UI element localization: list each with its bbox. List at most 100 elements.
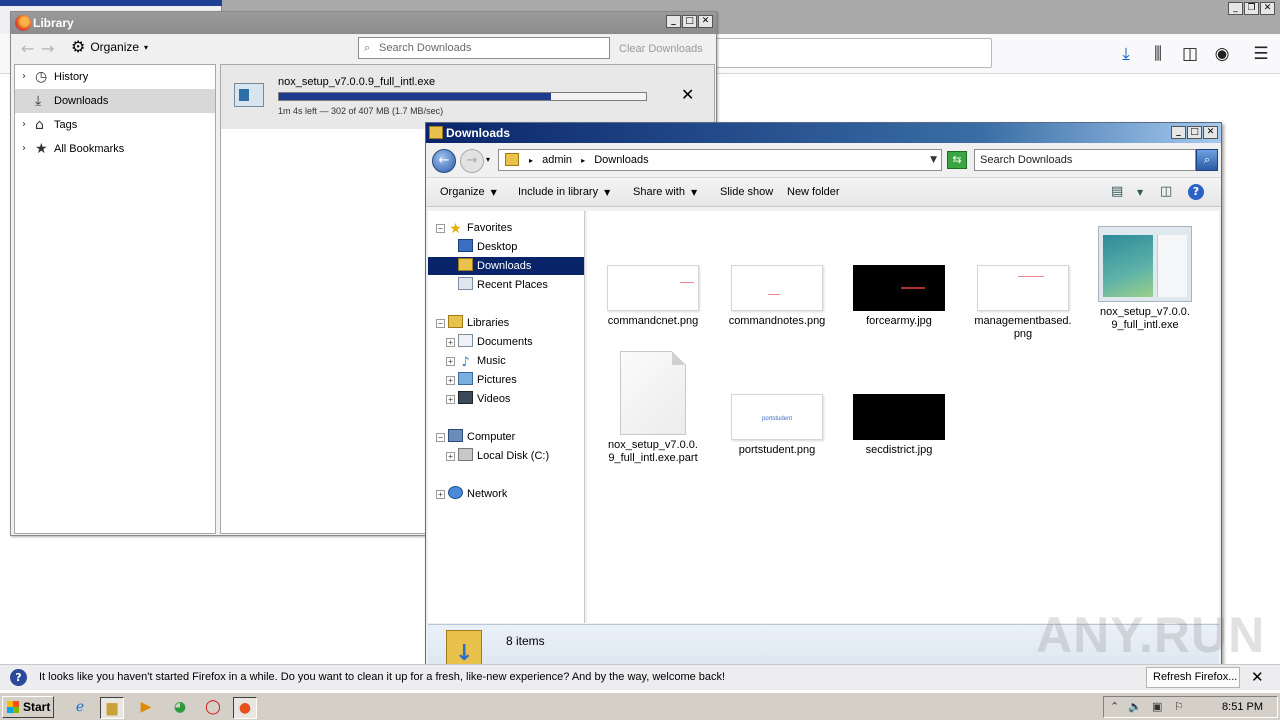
organize-menu[interactable]: Organize ▼ [440, 186, 497, 198]
minimize-icon[interactable]: _ [1228, 2, 1243, 15]
tree-item-network[interactable]: + Network [436, 485, 507, 503]
firefox-logo-icon [15, 15, 31, 31]
search-icon[interactable]: ⌕ [1196, 149, 1218, 171]
maximize-icon[interactable]: □ [1187, 126, 1202, 139]
file-item[interactable]: nox_setup_v7.0.0. 9_full_intl.exe.part [601, 351, 705, 465]
sidebar-item-downloads[interactable]: ⤓ Downloads [15, 89, 215, 113]
breadcrumb-admin[interactable]: admin [542, 154, 572, 166]
chevron-down-icon[interactable]: ▼ [1137, 188, 1143, 197]
tree-item-downloads[interactable]: Downloads [428, 257, 584, 275]
sidebar-icon[interactable]: ◫ [1178, 42, 1202, 66]
tree-item-computer[interactable]: − Computer [436, 428, 515, 446]
clock[interactable]: 8:51 PM [1222, 701, 1263, 713]
file-item[interactable]: secdistrict.jpg [847, 394, 951, 457]
opera-icon[interactable]: ◯ [201, 697, 225, 719]
image-thumbnail [607, 265, 699, 311]
breadcrumb-downloads[interactable]: Downloads [594, 154, 648, 166]
explorer-search-input[interactable]: Search Downloads [974, 149, 1196, 171]
library-search-input[interactable]: ⌕ Search Downloads [358, 37, 610, 59]
back-button[interactable]: ← [432, 149, 456, 173]
expand-icon[interactable]: + [446, 452, 455, 461]
slide-show-button[interactable]: Slide show [720, 186, 773, 198]
action-center-flag-icon[interactable]: ⚐ [1174, 700, 1184, 713]
address-bar[interactable]: ▸ admin ▸ Downloads ▼ [498, 149, 942, 171]
tree-item-favorites[interactable]: − ★ Favorites [436, 219, 512, 237]
show-hidden-icons-icon[interactable]: ⌃ [1110, 700, 1119, 713]
back-arrow-icon[interactable]: ← [21, 39, 34, 58]
file-item[interactable]: managementbased. png [971, 265, 1075, 341]
chrome-icon[interactable]: ◕ [168, 697, 192, 719]
close-icon[interactable]: ✕ [1260, 2, 1275, 15]
collapse-icon[interactable]: − [436, 319, 445, 328]
organize-button[interactable]: ⚙ Organize ▾ [71, 37, 148, 56]
expand-arrow-icon[interactable]: › [22, 113, 26, 137]
collapse-icon[interactable]: − [436, 224, 445, 233]
sidebar-item-all-bookmarks[interactable]: › ★ All Bookmarks [15, 137, 215, 161]
gear-icon: ⚙ [71, 37, 86, 56]
maximize-icon[interactable]: □ [682, 15, 697, 28]
file-item[interactable]: commandnotes.png [725, 265, 829, 328]
start-button[interactable]: Start [2, 696, 54, 718]
menu-icon[interactable]: ☰ [1249, 42, 1273, 66]
download-row[interactable]: nox_setup_v7.0.0.9_full_intl.exe 1m 4s l… [221, 65, 714, 129]
preview-pane-icon[interactable]: ◫ [1160, 184, 1172, 199]
expand-icon[interactable]: + [446, 376, 455, 385]
explorer-folder-icon[interactable]: ▆ [100, 697, 124, 719]
file-item[interactable]: portstudent portstudent.png [725, 394, 829, 457]
share-with-menu[interactable]: Share with ▼ [633, 186, 697, 198]
help-icon[interactable]: ? [1188, 184, 1204, 200]
tree-item-pictures[interactable]: + Pictures [446, 371, 517, 389]
restore-icon[interactable]: ❐ [1244, 2, 1259, 15]
chevron-right-icon[interactable]: ▸ [529, 156, 533, 165]
chevron-down-icon[interactable]: ▼ [930, 150, 937, 170]
close-icon[interactable]: ✕ [698, 15, 713, 28]
network-icon [448, 486, 463, 499]
forward-button[interactable]: → [460, 149, 484, 173]
minimize-icon[interactable]: _ [666, 15, 681, 28]
refresh-button[interactable]: ⇆ [947, 151, 967, 169]
view-options-icon[interactable]: ▤ [1111, 184, 1123, 199]
collapse-icon[interactable]: − [436, 433, 445, 442]
forward-arrow-icon[interactable]: → [41, 39, 54, 58]
expand-arrow-icon[interactable]: › [22, 137, 26, 161]
network-icon[interactable]: ▣ [1152, 700, 1162, 713]
minimize-icon[interactable]: _ [1171, 126, 1186, 139]
url-bar[interactable] [700, 38, 992, 68]
tree-item-music[interactable]: + ♪ Music [446, 352, 506, 370]
new-folder-button[interactable]: New folder [787, 186, 840, 198]
file-list: commandcnet.png commandnotes.png forcear… [587, 211, 1219, 623]
close-icon[interactable]: ✕ [1203, 126, 1218, 139]
expand-icon[interactable]: + [446, 395, 455, 404]
tree-item-desktop[interactable]: Desktop [458, 238, 517, 256]
file-item[interactable]: commandcnet.png [601, 265, 705, 328]
tree-item-documents[interactable]: + Documents [446, 333, 533, 351]
volume-icon[interactable]: 🔈 [1128, 700, 1142, 713]
cancel-download-icon[interactable]: ✕ [681, 85, 694, 104]
folder-icon [505, 153, 519, 166]
chevron-right-icon[interactable]: ▸ [581, 156, 585, 165]
library-icon[interactable]: ⫼ [1146, 42, 1170, 66]
sidebar-item-tags[interactable]: › ⌂ Tags [15, 113, 215, 137]
recent-pages-icon[interactable]: ▾ [486, 155, 490, 164]
tree-item-local-disk[interactable]: + Local Disk (C:) [446, 447, 549, 465]
tree-item-libraries[interactable]: − Libraries [436, 314, 509, 332]
internet-explorer-icon[interactable]: ℯ [68, 697, 92, 719]
expand-arrow-icon[interactable]: › [22, 65, 26, 89]
tree-item-recent-places[interactable]: Recent Places [458, 276, 548, 294]
expand-icon[interactable]: + [446, 357, 455, 366]
account-icon[interactable]: ◉ [1210, 42, 1234, 66]
clear-downloads-button[interactable]: Clear Downloads [619, 43, 703, 55]
file-item[interactable]: nox_setup_v7.0.0. 9_full_intl.exe [1093, 226, 1197, 332]
expand-icon[interactable]: + [436, 490, 445, 499]
firefox-icon[interactable]: ● [233, 697, 257, 719]
close-icon[interactable]: ✕ [1251, 668, 1264, 686]
videos-icon [458, 391, 473, 404]
file-item[interactable]: forcearmy.jpg [847, 265, 951, 328]
expand-icon[interactable]: + [446, 338, 455, 347]
media-player-icon[interactable]: ▶ [134, 697, 158, 719]
download-icon[interactable]: ⤓ [1114, 42, 1138, 66]
sidebar-item-history[interactable]: › ◷ History [15, 65, 215, 89]
include-in-library-menu[interactable]: Include in library ▼ [518, 186, 610, 198]
tree-item-videos[interactable]: + Videos [446, 390, 510, 408]
refresh-firefox-button[interactable]: Refresh Firefox... [1146, 667, 1240, 688]
